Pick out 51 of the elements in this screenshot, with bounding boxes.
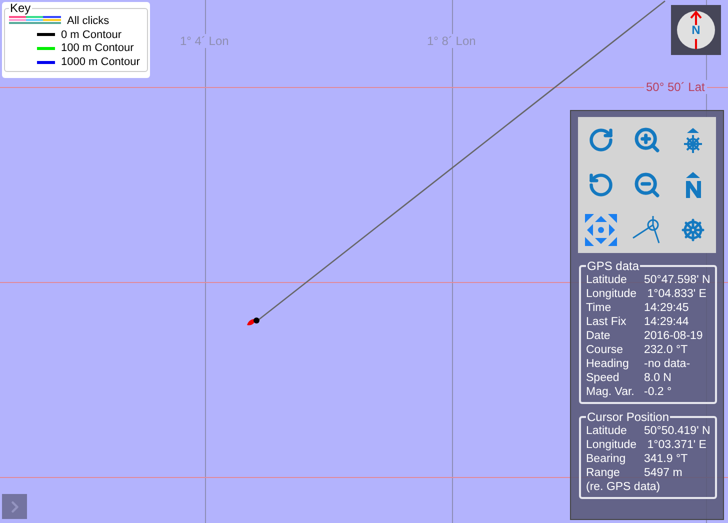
field-value: 2016-08-19 bbox=[644, 329, 703, 343]
field-label: Latitude bbox=[586, 424, 628, 438]
field-value: 1°04.833' E bbox=[646, 287, 706, 301]
field-value: -no data- bbox=[644, 357, 690, 371]
field-label: Time bbox=[586, 301, 612, 315]
field-value: 14:29:45 bbox=[644, 301, 689, 315]
field-label: Range bbox=[586, 466, 621, 480]
longitude-label: 1° 4´ Lon bbox=[178, 34, 231, 48]
rotate-counterclockwise-icon bbox=[588, 172, 614, 198]
fit-arrows-icon bbox=[585, 214, 617, 246]
field-label: Course bbox=[586, 343, 624, 357]
ship-wheel-icon bbox=[681, 218, 705, 242]
field-value: 1°03.371' E bbox=[646, 438, 706, 452]
legend-label: 1000 m Contour bbox=[61, 56, 140, 68]
multicolor-swatch-icon bbox=[9, 16, 61, 26]
chart-map[interactable] bbox=[0, 0, 728, 523]
note-text: (re. GPS data) bbox=[586, 480, 660, 494]
field-label: Bearing bbox=[586, 452, 627, 466]
legend-label: All clicks bbox=[67, 14, 110, 27]
field-label: Last Fix bbox=[586, 315, 628, 329]
group-title: GPS data bbox=[586, 259, 640, 273]
field-value: 8.0 N bbox=[644, 371, 672, 385]
north-compass-icon bbox=[674, 8, 718, 52]
latitude-label: 50° 50´ Lat bbox=[644, 80, 707, 94]
field-value: 5497 m bbox=[644, 466, 682, 480]
field-label: Latitude bbox=[586, 273, 628, 287]
field-value: -0.2 ° bbox=[644, 385, 672, 399]
legend-title: Key bbox=[9, 2, 32, 14]
fit-view-button[interactable] bbox=[583, 212, 619, 248]
field-value: 50°50.419' N bbox=[644, 424, 710, 438]
boat-icon bbox=[246, 316, 261, 327]
field-label: Speed bbox=[586, 371, 620, 385]
zoom-out-icon bbox=[633, 170, 661, 199]
field-label: Longitude bbox=[586, 287, 638, 301]
field-label: Longitude bbox=[586, 438, 638, 452]
legend-label: 100 m Contour bbox=[61, 42, 134, 54]
longitude-label: 1° 8´ Lon bbox=[425, 34, 478, 48]
legend-label: 0 m Contour bbox=[61, 28, 122, 41]
field-value: 341.9 °T bbox=[644, 452, 688, 466]
compass-letter: N bbox=[692, 23, 700, 37]
rotate-clockwise-icon bbox=[588, 126, 614, 153]
compass-button[interactable]: N bbox=[671, 5, 721, 55]
zoom-in-icon bbox=[633, 126, 661, 154]
field-label: Mag. Var. bbox=[586, 385, 636, 399]
group-title: Cursor Position bbox=[586, 410, 670, 424]
ship-wheel-arrow-icon bbox=[682, 126, 704, 153]
field-label: Date bbox=[586, 329, 612, 343]
field-value: 50°47.598' N bbox=[644, 273, 710, 287]
field-value: 232.0 °T bbox=[644, 343, 688, 357]
field-value: 14:29:44 bbox=[644, 315, 689, 329]
field-label: Heading bbox=[586, 357, 630, 371]
